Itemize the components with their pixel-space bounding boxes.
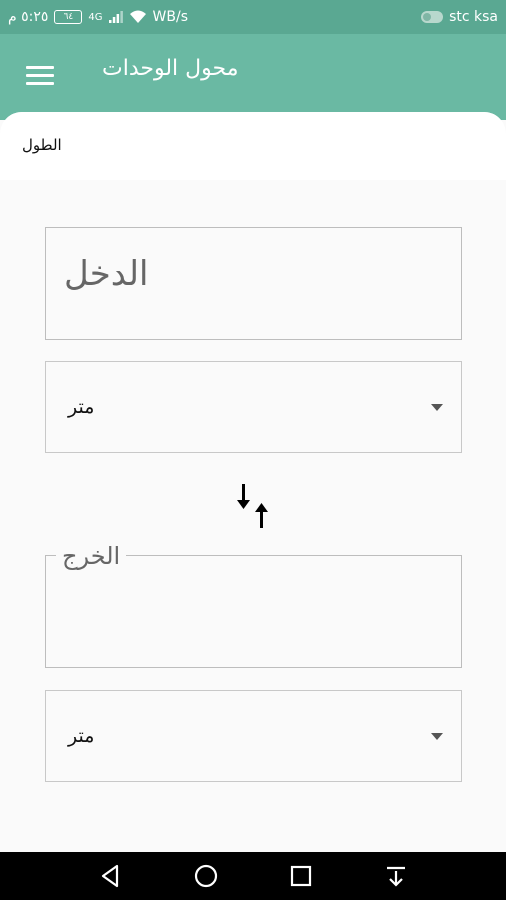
category-tab-strip: الطول [0, 112, 506, 180]
nav-home-icon[interactable] [192, 862, 220, 890]
input-field[interactable]: الدخل [45, 227, 462, 340]
output-field[interactable]: الخرج [45, 542, 462, 668]
from-unit-select[interactable]: متر [45, 361, 462, 453]
converter-card: الطول الدخل متر الخرج متر [0, 112, 506, 852]
data-speed: WB/s [152, 9, 188, 25]
chevron-down-icon [431, 404, 443, 411]
battery-level: ٦٤ [63, 11, 74, 22]
to-unit-select[interactable]: متر [45, 690, 462, 782]
input-placeholder: الدخل [64, 254, 149, 294]
nav-pulldown-icon[interactable] [382, 862, 410, 890]
nav-back-icon[interactable] [97, 862, 125, 890]
nav-recents-icon[interactable] [287, 862, 315, 890]
hamburger-menu-icon [26, 66, 54, 69]
chevron-down-icon [431, 733, 443, 740]
menu-button[interactable] [26, 66, 54, 86]
signal-icon [108, 11, 123, 23]
status-bar: ٥:٢٥ م ٦٤ 4G WB/s stc ksa [0, 0, 506, 34]
from-unit-value: متر [68, 396, 95, 418]
tab-length[interactable]: الطول [22, 136, 62, 154]
to-unit-value: متر [68, 725, 95, 747]
network-type: 4G [88, 11, 103, 23]
time: ٥:٢٥ م [8, 9, 49, 25]
app-bar: محول الوحدات [0, 34, 506, 120]
battery-icon: ٦٤ [54, 10, 83, 24]
carrier: stc ksa [449, 9, 498, 25]
navigation-bar [0, 852, 506, 900]
output-label: الخرج [56, 542, 127, 570]
wifi-icon [129, 10, 146, 23]
status-right: stc ksa [421, 9, 498, 25]
swap-vertical-icon [237, 484, 268, 528]
status-left: ٥:٢٥ م ٦٤ 4G WB/s [8, 9, 188, 25]
toggle-icon [421, 11, 444, 23]
page-title: محول الوحدات [102, 56, 239, 81]
swap-button[interactable] [236, 482, 272, 530]
